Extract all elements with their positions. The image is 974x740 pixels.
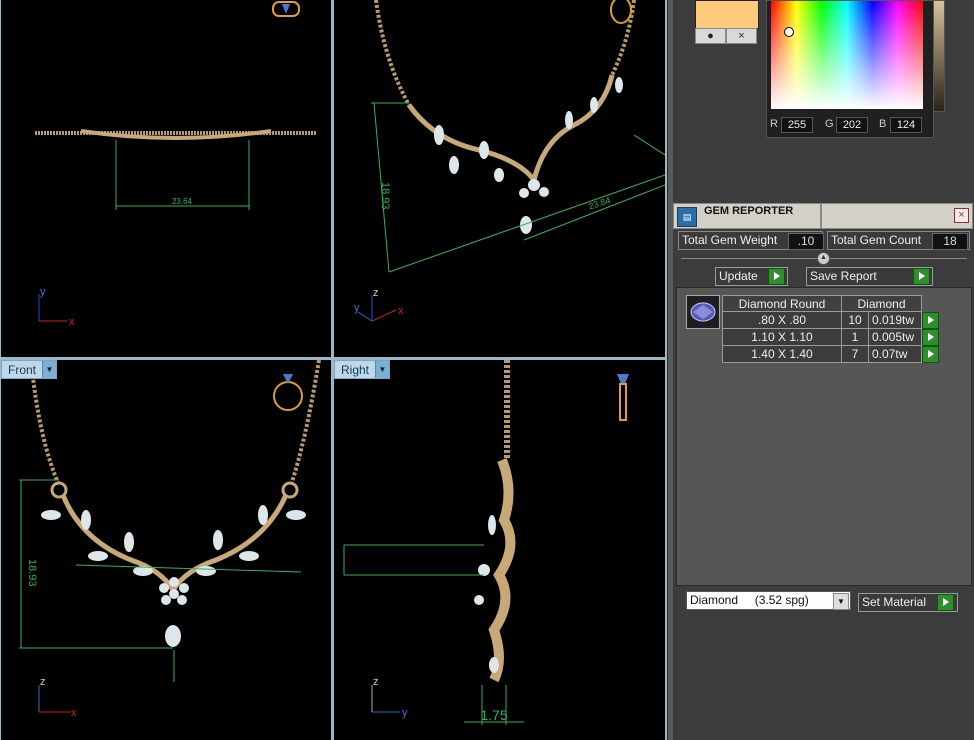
persp-axis-z-label: z (373, 287, 379, 299)
right-view-canvas: 1.75 y z (343, 360, 629, 725)
table-header-row: Diamond Round Diamond (722, 295, 943, 312)
viewport-top[interactable]: 23.64 x y (1, 0, 331, 357)
persp-dimension-a-text: 18.93 (379, 182, 391, 210)
persp-dimension-b-text: 23.84 (587, 195, 612, 211)
table-header-material: Diamond (841, 295, 922, 312)
gem-count-cell: 7 (841, 345, 869, 363)
chevron-down-icon[interactable]: ▼ (42, 361, 57, 378)
close-icon: × (738, 30, 745, 42)
update-button-label: Update (719, 269, 758, 283)
front-axis-z-label: z (40, 676, 46, 688)
gem-size-cell: 1.40 X 1.40 (722, 345, 842, 363)
top-view-canvas: 23.64 x y (35, 1, 317, 328)
side-panel: ● × R 255 G 202 B 124 ▤ GEM REPORTER × T… (673, 0, 974, 740)
top-dimension-text: 23.64 (172, 197, 193, 206)
material-select[interactable]: Diamond (3.52 spg) ▼ (686, 591, 851, 610)
table-row[interactable]: 1.10 X 1.10 1 0.005tw (722, 328, 943, 346)
chevron-down-icon[interactable]: ▼ (833, 593, 849, 610)
chevron-down-icon[interactable]: ▼ (375, 361, 390, 378)
set-material-play-icon[interactable] (937, 594, 954, 611)
viewport-front-label[interactable]: Front ▼ (1, 360, 58, 379)
g-value-field[interactable]: 202 (836, 117, 868, 133)
top-axis-y-label: y (40, 286, 46, 298)
row-play-icon[interactable] (922, 311, 939, 329)
save-report-button-label: Save Report (810, 269, 877, 283)
set-material-button-label: Set Material (862, 595, 927, 609)
clear-color-button[interactable]: × (726, 28, 757, 44)
front-axis-x-label: x (71, 707, 77, 719)
total-gem-weight-label: Total Gem Weight (682, 233, 778, 247)
update-play-icon[interactable] (768, 268, 785, 285)
perspective-view-canvas: 18.93 23.84 x z y (354, 0, 665, 322)
ring-view-icon (617, 374, 629, 421)
r-value-field[interactable]: 255 (781, 117, 813, 133)
right-axis-y-label: y (402, 707, 408, 719)
swatch-buttons: ● × (695, 28, 757, 44)
gem-weight-cell: 0.005tw (868, 328, 922, 346)
gem-size-cell: .80 X .80 (722, 311, 842, 329)
color-wheel-icon: ● (707, 30, 714, 42)
brightness-slider[interactable] (933, 0, 945, 112)
viewport-front-label-text: Front (8, 362, 37, 377)
color-cursor[interactable] (784, 27, 794, 37)
top-axis-x-label: x (69, 316, 75, 328)
ring-view-icon (272, 1, 300, 17)
row-play-icon[interactable] (922, 328, 939, 346)
table-header-shape: Diamond Round (722, 295, 842, 312)
viewport-right-label[interactable]: Right ▼ (334, 360, 391, 379)
b-value-field[interactable]: 124 (890, 117, 922, 133)
g-label: G (825, 118, 834, 130)
viewport-right-label-text: Right (341, 362, 370, 377)
color-wheel-button[interactable]: ● (695, 28, 726, 44)
viewport-front[interactable]: Front ▼ 18.93 x z (1, 360, 331, 740)
persp-axis-y-label: y (354, 302, 360, 314)
gem-thumbnail (686, 295, 720, 329)
b-label: B (879, 118, 887, 130)
table-row[interactable]: 1.40 X 1.40 7 0.07tw (722, 345, 943, 363)
viewport-perspective[interactable]: 18.93 23.84 x z y (334, 0, 665, 357)
front-dimension-text: 18.93 (26, 559, 38, 587)
diamond-gem-icon (690, 302, 716, 322)
color-picker: R 255 G 202 B 124 (766, 0, 934, 138)
total-gem-weight-value: .10 (788, 233, 824, 250)
gem-reporter-title: GEM REPORTER (704, 205, 794, 217)
row-play-icon[interactable] (922, 345, 939, 363)
persp-axis-x-label: x (398, 305, 404, 317)
table-row[interactable]: .80 X .80 10 0.019tw (722, 311, 943, 329)
gem-weight-cell: 0.019tw (868, 311, 922, 329)
right-dimension-text: 1.75 (480, 707, 507, 723)
viewports-area: 23.64 x y 18.93 23.84 x z y Front ▼ 18.9… (0, 0, 667, 740)
color-spectrum[interactable] (771, 1, 923, 109)
gem-table: Diamond Round Diamond .80 X .80 10 0.019… (722, 295, 943, 363)
ring-view-icon (610, 0, 632, 24)
gem-table-area: Diamond Round Diamond .80 X .80 10 0.019… (676, 287, 972, 586)
ring-view-icon (273, 374, 303, 411)
viewport-right[interactable]: Right ▼ 1.75 y z (334, 360, 665, 740)
front-view-canvas: 18.93 x z (19, 360, 321, 719)
color-swatch[interactable] (695, 0, 759, 29)
close-icon[interactable]: × (954, 208, 969, 223)
tab-divider (820, 204, 822, 228)
save-report-play-icon[interactable] (913, 268, 930, 285)
rgb-values: R 255 G 202 B 124 (767, 117, 933, 133)
total-gem-count-label: Total Gem Count (831, 233, 922, 247)
material-select-value: Diamond (3.52 spg) (690, 593, 809, 607)
gem-count-cell: 1 (841, 328, 869, 346)
gem-count-cell: 10 (841, 311, 869, 329)
r-label: R (770, 118, 778, 130)
gem-size-cell: 1.10 X 1.10 (722, 328, 842, 346)
gem-reporter-header: ▤ GEM REPORTER × (673, 203, 973, 229)
total-gem-count-value: 18 (932, 233, 968, 250)
gem-reporter-icon: ▤ (677, 207, 697, 227)
right-axis-z-label: z (373, 676, 379, 688)
gem-weight-cell: 0.07tw (868, 345, 922, 363)
collapse-arrow-icon[interactable]: ▲ (817, 252, 830, 265)
